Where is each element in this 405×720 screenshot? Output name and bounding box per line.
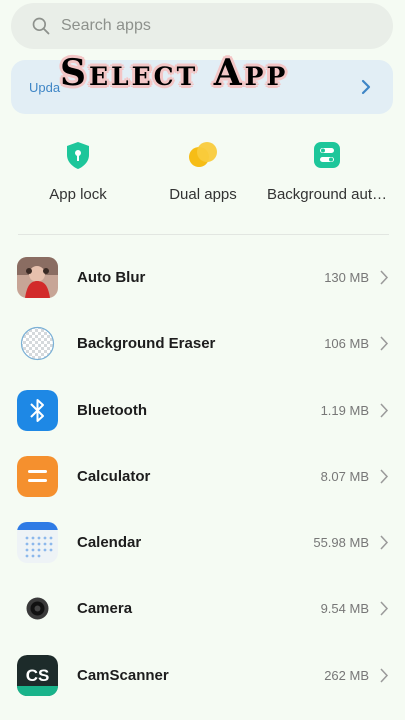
bluetooth-icon <box>17 389 58 431</box>
divider <box>18 234 389 235</box>
app-size: 262 MB <box>324 667 369 683</box>
quick-action-dual-apps[interactable]: Dual apps <box>138 138 268 203</box>
quick-action-label: Background aut… <box>266 186 388 203</box>
chevron-right-icon <box>380 403 389 418</box>
app-row-background-eraser[interactable]: Background Eraser 106 MB <box>0 310 405 376</box>
app-name: Auto Blur <box>77 269 146 286</box>
app-size: 8.07 MB <box>320 468 369 484</box>
chevron-right-icon <box>380 336 389 351</box>
app-name: Calculator <box>77 467 151 485</box>
search-bar[interactable] <box>11 3 393 49</box>
checkered-circle-icon <box>17 323 58 365</box>
app-size: 9.54 MB <box>320 601 369 617</box>
quick-action-label: Dual apps <box>169 186 237 203</box>
app-row-auto-blur[interactable]: Auto Blur 130 MB <box>0 244 405 310</box>
search-icon <box>32 17 50 35</box>
app-row-bluetooth[interactable]: Bluetooth 1.19 MB <box>0 377 405 443</box>
app-size: 1.19 MB <box>320 402 369 418</box>
dual-circles-icon <box>188 140 218 170</box>
camscanner-icon: CS <box>17 654 58 696</box>
chevron-right-icon <box>380 270 389 285</box>
banner-text: Upda <box>29 79 61 95</box>
app-name: Calendar <box>77 534 142 552</box>
app-size: 130 MB <box>324 270 369 285</box>
app-name: Camera <box>77 600 133 618</box>
app-name: CamScanner <box>77 666 169 684</box>
quick-action-app-lock[interactable]: App lock <box>13 138 143 203</box>
overlay-title: Select App <box>60 52 289 94</box>
calculator-icon <box>17 455 58 497</box>
chevron-right-icon <box>380 601 389 616</box>
app-size: 55.98 MB <box>313 535 369 551</box>
app-list: Auto Blur 130 MB Background Eraser 106 M… <box>0 244 405 708</box>
chevron-right-icon[interactable] <box>359 77 373 97</box>
camera-icon <box>17 588 58 630</box>
chevron-right-icon <box>380 535 389 550</box>
app-row-calendar[interactable]: Calendar 55.98 MB <box>0 509 405 575</box>
app-row-camera[interactable]: Camera 9.54 MB <box>0 575 405 641</box>
app-row-camscanner[interactable]: CS CamScanner 262 MB <box>0 642 405 708</box>
quick-actions: App lock Dual apps Background aut… <box>0 138 405 218</box>
shield-lock-icon <box>63 140 93 170</box>
svg-text:CS: CS <box>26 666 50 685</box>
app-row-calculator[interactable]: Calculator 8.07 MB <box>0 443 405 509</box>
app-name: Background Eraser <box>77 335 216 353</box>
app-size: 106 MB <box>324 336 369 352</box>
photo-thumbnail-icon <box>17 257 58 298</box>
quick-action-background-autostart[interactable]: Background aut… <box>262 138 392 203</box>
search-input[interactable] <box>61 17 361 35</box>
calendar-icon <box>17 522 58 564</box>
chevron-right-icon <box>380 469 389 484</box>
app-name: Bluetooth <box>77 401 147 419</box>
quick-action-label: App lock <box>49 186 107 203</box>
chevron-right-icon <box>380 668 389 683</box>
toggle-switches-icon <box>312 140 342 170</box>
